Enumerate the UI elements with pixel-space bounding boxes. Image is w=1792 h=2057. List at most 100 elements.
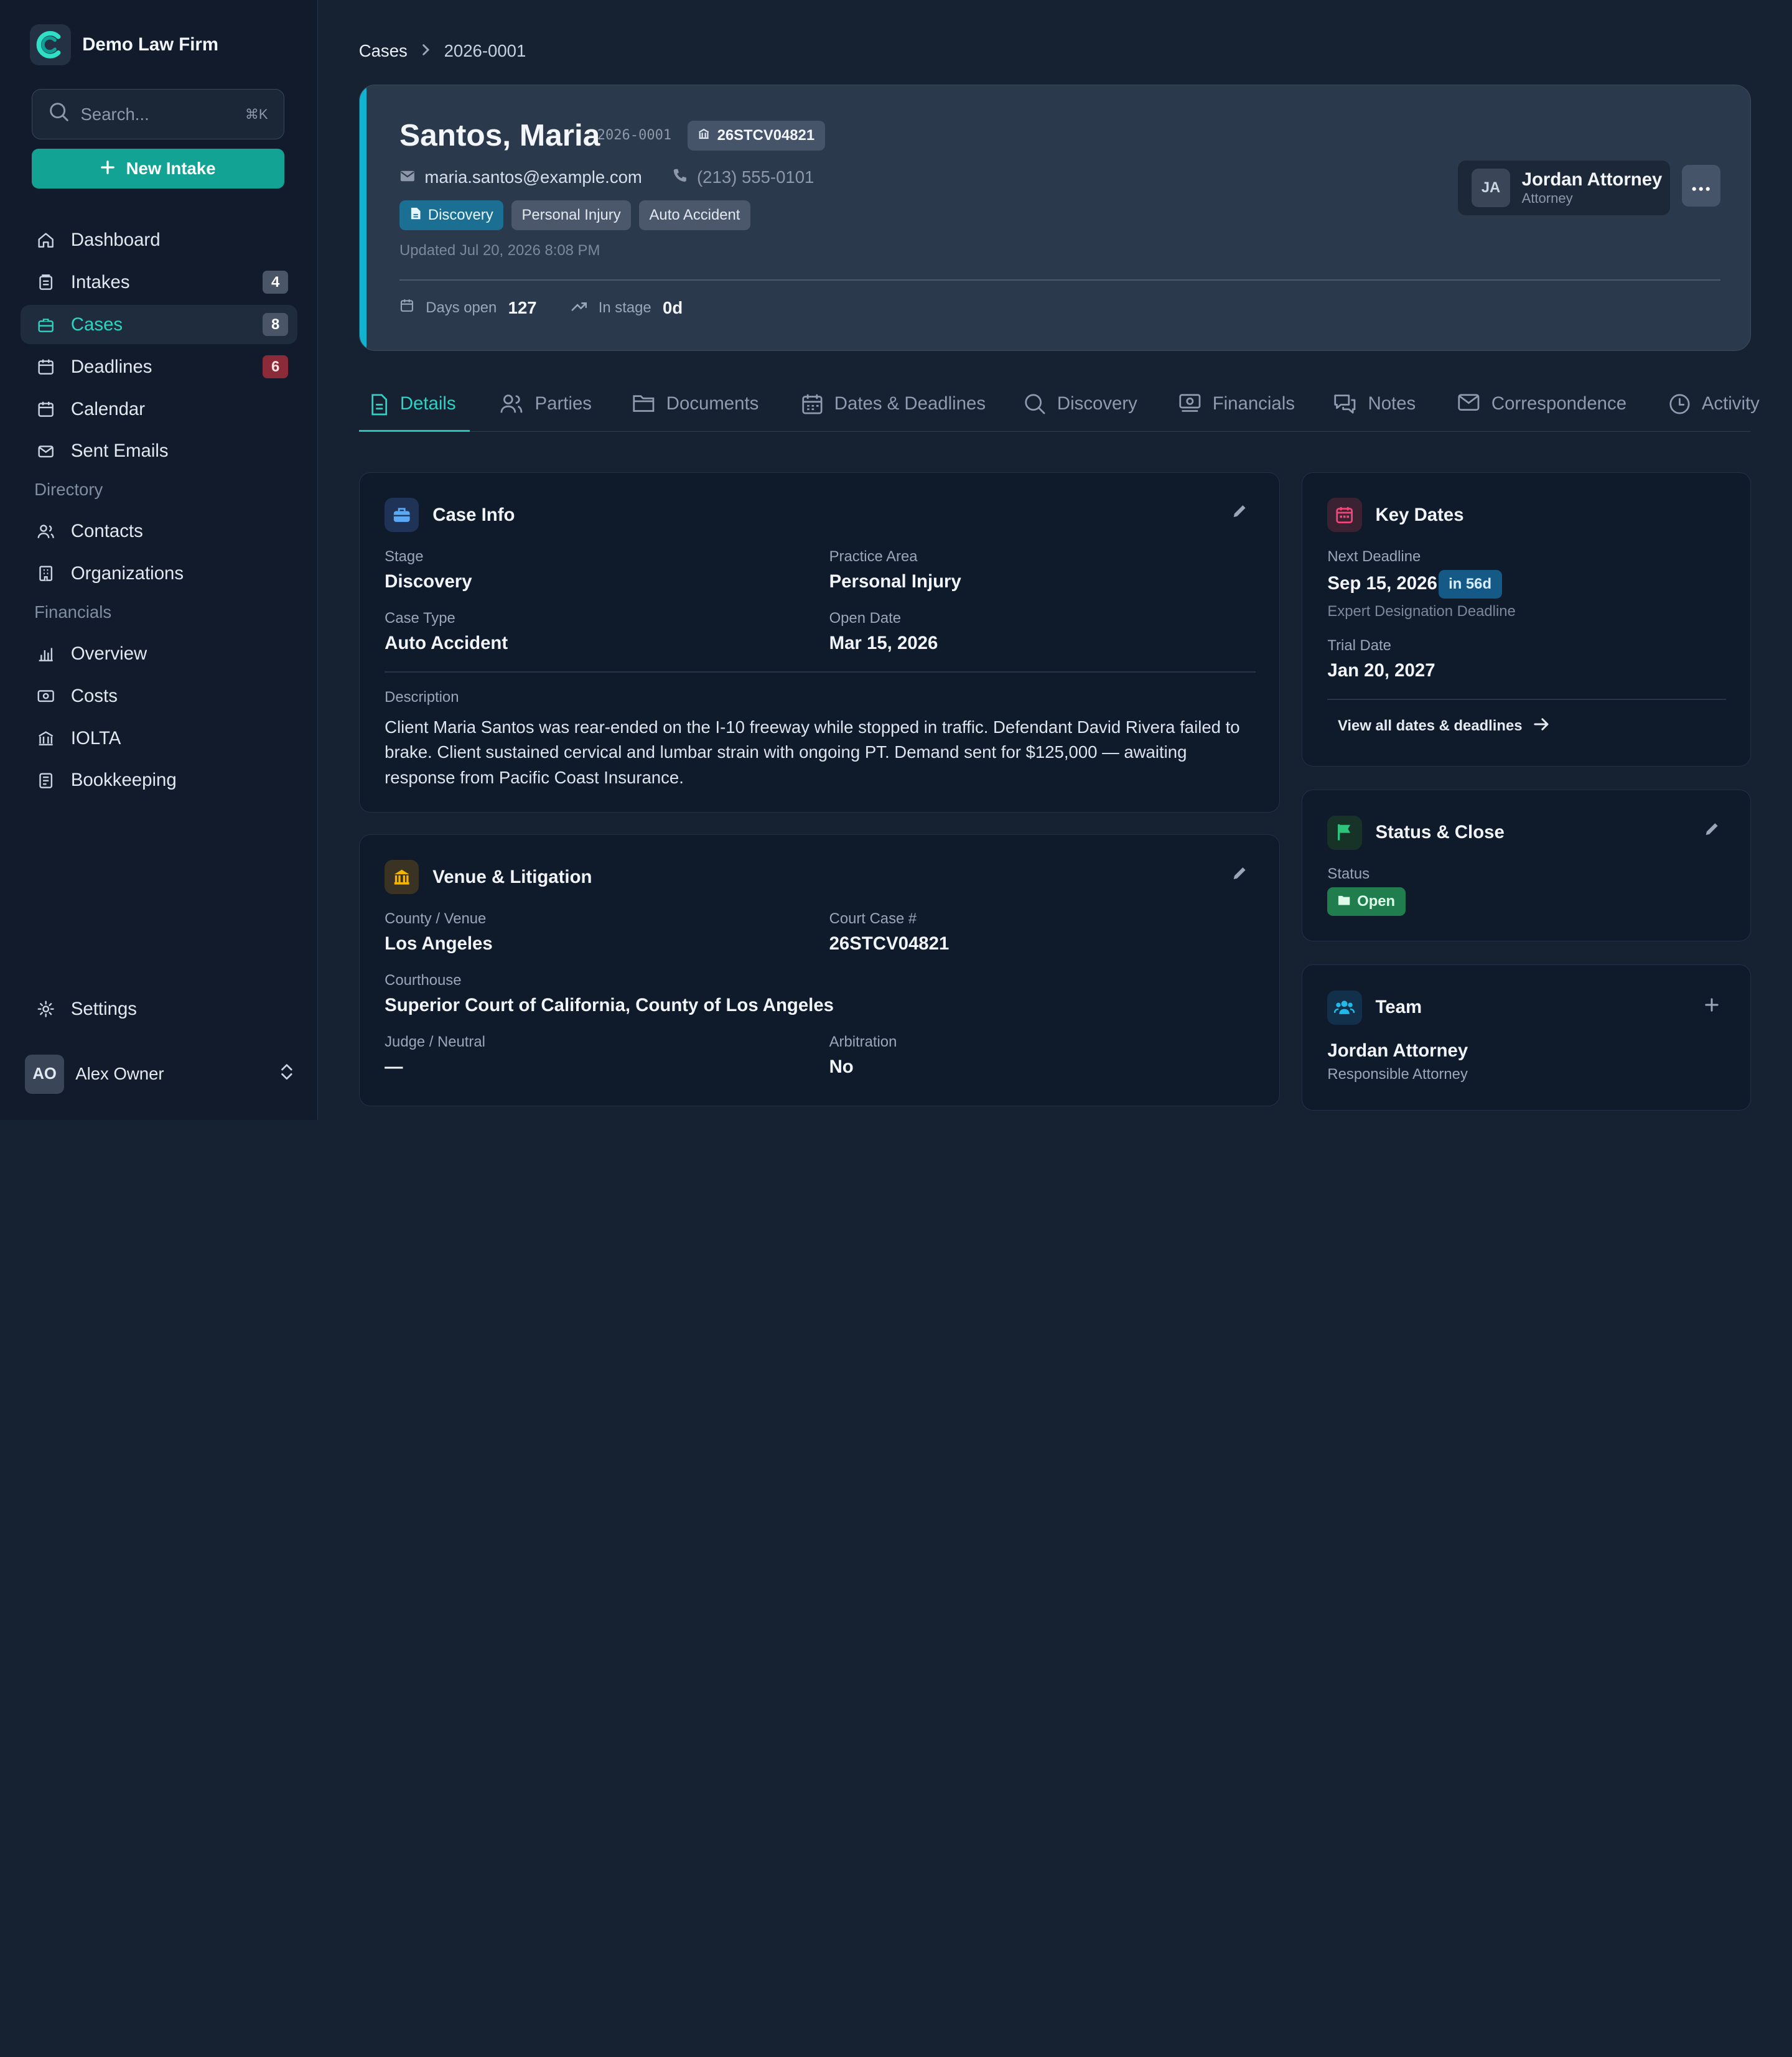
edit-case-info-button[interactable] [1230, 505, 1248, 523]
new-intake-label: New Intake [126, 158, 216, 178]
tab-financials[interactable]: Financials [1178, 388, 1295, 432]
tab-label: Details [399, 393, 456, 414]
sidebar-item-label: Dashboard [70, 229, 161, 250]
user-menu[interactable]: AO Alex Owner [25, 1053, 294, 1094]
sidebar-item-settings[interactable]: Settings [21, 990, 297, 1028]
practice-area-label: Practice Area [829, 548, 918, 565]
tab-label: Parties [534, 393, 592, 414]
tab-dates-deadlines[interactable]: Dates & Deadlines [801, 388, 986, 432]
brand-name: Demo Law Firm [82, 34, 218, 55]
next-deadline-label: Next Deadline [1327, 548, 1421, 565]
calendar-icon [37, 400, 55, 418]
arbitration-label: Arbitration [829, 1033, 897, 1051]
search-input[interactable]: Search... ⌘K [32, 89, 285, 140]
header-divider [399, 279, 1721, 281]
tab-discovery[interactable]: Discovery [1024, 388, 1137, 432]
sidebar-item-organizations[interactable]: Organizations [21, 554, 297, 593]
sidebar-item-label: Bookkeeping [70, 770, 177, 791]
status-close-card: Status & Close Status Open [1302, 790, 1751, 942]
card-header: Key Dates [1327, 497, 1464, 533]
tab-documents[interactable]: Documents [632, 388, 758, 432]
sidebar-item-label: Organizations [70, 563, 184, 584]
days-open-label: Days open [426, 299, 497, 316]
brand[interactable]: Demo Law Firm [29, 24, 218, 65]
calendar-icon [801, 393, 823, 420]
client-email-link[interactable]: maria.santos@example.com [424, 167, 642, 187]
gear-icon [37, 1000, 55, 1018]
view-all-dates-link[interactable]: View all dates & deadlines [1338, 717, 1550, 735]
case-type-label: Case Type [385, 609, 455, 627]
edit-status-button[interactable] [1702, 823, 1720, 841]
bank-icon [37, 729, 55, 747]
tab-notes[interactable]: Notes [1333, 388, 1416, 432]
arrow-right-icon [1534, 717, 1550, 735]
sidebar-item-deadlines[interactable]: Deadlines 6 [21, 347, 297, 386]
sidebar-item-overview[interactable]: Overview [21, 634, 297, 673]
team-icon [1327, 990, 1362, 1025]
description-text: Client Maria Santos was rear-ended on th… [385, 717, 1240, 787]
tab-label: Correspondence [1491, 393, 1627, 414]
description-label: Description [385, 688, 459, 706]
chevron-right-icon [421, 41, 431, 61]
users-icon [500, 393, 523, 419]
add-team-member-button[interactable] [1702, 997, 1720, 1015]
in-stage-label: In stage [598, 299, 651, 316]
case-tabs: Details Parties Documents Dates & Deadli… [358, 388, 1760, 432]
mail-icon [37, 442, 55, 460]
edit-venue-button[interactable] [1230, 867, 1248, 885]
sidebar: Demo Law Firm Search... ⌘K New Intake Da… [0, 0, 318, 1120]
tab-correspondence[interactable]: Correspondence [1457, 388, 1626, 432]
case-info-card: Case Info Stage Discovery Practice Area … [358, 472, 1281, 813]
status-value: Open [1357, 893, 1396, 910]
directory-heading: Directory [34, 480, 103, 500]
court-case-value: 26STCV04821 [829, 933, 950, 954]
card-title: Status & Close [1375, 822, 1505, 843]
arbitration-value: No [829, 1056, 854, 1078]
sidebar-item-dashboard[interactable]: Dashboard [21, 220, 297, 259]
more-horizontal-icon [1692, 175, 1710, 197]
sidebar-item-costs[interactable]: Costs [21, 676, 297, 715]
tab-parties[interactable]: Parties [500, 388, 592, 432]
sidebar-item-intakes[interactable]: Intakes 4 [21, 263, 297, 301]
new-intake-button[interactable]: New Intake [32, 148, 285, 189]
pencil-icon [1231, 865, 1248, 887]
card-header: Venue & Litigation [385, 860, 592, 895]
user-name: Alex Owner [75, 1064, 164, 1084]
client-phone-link[interactable]: (213) 555-0101 [697, 167, 814, 187]
venue-litigation-card: Venue & Litigation County / Venue Los An… [358, 834, 1281, 1106]
count-badge: 6 [263, 355, 288, 378]
days-open-value: 127 [508, 297, 537, 317]
county-label: County / Venue [385, 910, 487, 927]
tab-activity[interactable]: Activity [1669, 388, 1760, 432]
count-badge: 4 [263, 271, 288, 294]
intakes-icon [37, 273, 55, 291]
sidebar-item-cases[interactable]: Cases 8 [21, 305, 297, 344]
stage-value: Discovery [385, 571, 472, 592]
days-until-badge: in 56d [1438, 569, 1502, 599]
avatar: JA [1471, 168, 1511, 208]
team-card: Team Jordan Attorney Responsible Attorne… [1302, 964, 1751, 1111]
county-value: Los Angeles [385, 933, 493, 954]
sidebar-item-calendar[interactable]: Calendar [21, 389, 297, 428]
plus-icon [101, 159, 115, 179]
sidebar-item-sent-emails[interactable]: Sent Emails [21, 432, 297, 470]
tab-label: Activity [1701, 393, 1760, 414]
status-label: Status [1327, 865, 1370, 883]
sidebar-item-bookkeeping[interactable]: Bookkeeping [21, 761, 297, 800]
sidebar-item-iolta[interactable]: IOLTA [21, 719, 297, 757]
header-accent-bar [359, 85, 366, 350]
judge-value: — [385, 1056, 403, 1078]
assigned-attorney[interactable]: JA Jordan Attorney Attorney [1457, 161, 1671, 216]
breadcrumb-cases-link[interactable]: Cases [359, 41, 408, 61]
sidebar-item-label: Contacts [70, 521, 143, 542]
users-icon [37, 522, 55, 540]
sidebar-item-contacts[interactable]: Contacts [21, 512, 297, 551]
attorney-name: Jordan Attorney [1521, 169, 1663, 190]
sidebar-item-label: Calendar [70, 398, 146, 419]
sidebar-item-label: Costs [70, 685, 118, 706]
tab-details[interactable]: Details [358, 388, 470, 432]
more-actions-button[interactable] [1681, 165, 1721, 207]
brand-logo-icon [29, 24, 71, 65]
stage-tag: Discovery [399, 200, 504, 231]
document-icon [370, 393, 388, 421]
